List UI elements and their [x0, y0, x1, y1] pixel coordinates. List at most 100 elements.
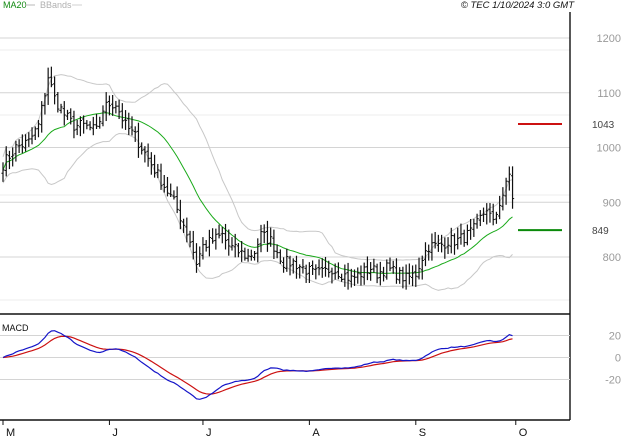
price-bar — [107, 95, 112, 116]
price-bar — [417, 257, 421, 280]
x-tick-label: S — [419, 427, 426, 439]
price-bar — [281, 257, 286, 273]
macd-y-tick-label: -20 — [605, 375, 621, 387]
price-bar — [214, 228, 218, 250]
price-bar — [407, 263, 411, 285]
price-bar — [311, 260, 315, 276]
price-y-tick-label: 1200 — [597, 33, 621, 45]
price-bar — [494, 211, 499, 224]
price-bar — [385, 259, 389, 280]
price-bar — [78, 116, 82, 137]
macd-line — [2, 330, 513, 400]
price-bar — [175, 186, 179, 214]
price-bar — [459, 223, 463, 245]
price-bar — [91, 116, 95, 136]
price-bar — [33, 126, 37, 141]
price-bar — [246, 248, 250, 262]
price-bar — [204, 240, 208, 252]
price-bar — [410, 265, 415, 287]
price-grid — [0, 37, 570, 301]
price-bar — [82, 115, 86, 134]
price-bar — [152, 154, 157, 178]
price-y-tick-label: 800 — [603, 252, 621, 264]
price-bar — [288, 255, 292, 276]
price-bar — [265, 220, 270, 252]
price-bar — [485, 203, 489, 225]
price-bar — [46, 67, 50, 105]
price-bar — [230, 237, 234, 251]
price-bar — [317, 259, 321, 276]
price-bar — [369, 262, 373, 281]
price-bar — [401, 266, 405, 289]
price-bar — [394, 258, 399, 284]
macd-panel: MACD 20 0 -20 — [0, 323, 621, 400]
price-bar — [114, 100, 118, 114]
macd-grid — [0, 335, 570, 380]
price-bar — [165, 176, 170, 197]
price-bar — [381, 266, 386, 282]
support-level-label: 849 — [592, 226, 609, 237]
price-bar — [240, 241, 244, 262]
price-bar — [356, 267, 360, 284]
price-bar — [372, 258, 376, 273]
macd-title: MACD — [2, 323, 29, 333]
price-bar — [362, 262, 366, 285]
price-bar — [207, 229, 211, 257]
price-y-tick-label: 900 — [603, 197, 621, 209]
price-bar — [123, 110, 128, 130]
price-bar — [462, 229, 466, 247]
price-panel: 1200 1100 1000 900 800 1043 849 — [0, 33, 621, 301]
price-bar — [40, 101, 44, 133]
price-bar — [336, 262, 340, 280]
price-bar — [223, 223, 228, 250]
price-bar — [236, 242, 241, 258]
price-bar — [294, 255, 299, 279]
x-tick-label: M — [6, 427, 15, 439]
x-tick-label: A — [312, 427, 320, 439]
price-bar — [343, 264, 347, 287]
price-bar — [243, 247, 247, 261]
price-bar — [456, 227, 460, 250]
price-bar — [49, 66, 53, 88]
price-bar — [178, 199, 182, 230]
price-y-tick-label: 1000 — [597, 143, 621, 155]
copyright-stamp: © TEC 1/10/2024 3:0 GMT — [461, 0, 575, 11]
price-bar — [478, 210, 482, 227]
price-bar — [465, 224, 469, 246]
price-bar — [304, 264, 308, 283]
macd-y-axis: 20 0 -20 — [605, 331, 621, 387]
price-bar — [62, 101, 66, 126]
price-y-tick-label: 1100 — [597, 88, 621, 100]
resistance-level-label: 1043 — [592, 120, 615, 131]
price-bar — [507, 166, 511, 191]
x-tick-label: O — [519, 427, 528, 439]
price-levels: 1043 849 — [518, 120, 615, 237]
price-bar — [27, 132, 31, 147]
price-bar — [320, 258, 324, 278]
price-bar — [53, 76, 57, 105]
price-bar — [23, 134, 28, 152]
x-tick-label: J — [206, 427, 212, 439]
x-axis: MJJASO — [2, 420, 528, 439]
price-bar — [423, 242, 428, 267]
price-bar — [252, 250, 257, 261]
price-bar — [249, 249, 253, 261]
price-bar — [488, 203, 492, 223]
price-bar — [340, 273, 344, 282]
price-bar — [262, 224, 266, 244]
price-bar — [391, 260, 395, 274]
price-bar — [443, 237, 447, 259]
price-bar — [217, 224, 221, 239]
x-tick-label: J — [112, 427, 118, 439]
price-bar — [17, 139, 21, 154]
price-bar — [101, 105, 105, 127]
price-bar — [149, 152, 153, 175]
price-bar — [275, 244, 279, 259]
price-bar — [85, 120, 89, 130]
price-bar — [127, 112, 131, 136]
macd-y-tick-label: 0 — [615, 353, 621, 365]
price-bar — [436, 234, 440, 252]
price-bar — [446, 237, 450, 255]
legend-bbands: BBands — [40, 0, 72, 10]
price-bar — [220, 226, 224, 244]
